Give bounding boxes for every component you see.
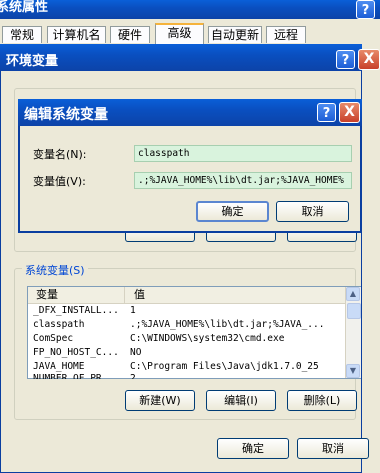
table-row-value[interactable]: 1 — [130, 304, 342, 317]
tab-hardware[interactable]: 硬件 — [110, 26, 150, 43]
column-header-variable[interactable]: 变量 — [36, 287, 58, 303]
table-row-name[interactable]: FP_NO_HOST_C... — [33, 346, 123, 359]
table-row-name[interactable]: classpath — [33, 318, 123, 331]
system-help-button[interactable]: ? — [356, 0, 375, 19]
edit-ok-button[interactable]: 确定 — [196, 201, 269, 222]
tab-computer-name[interactable]: 计算机名 — [47, 26, 106, 43]
environment-variables-title: 环境变量 — [6, 54, 59, 69]
tab-general[interactable]: 常规 — [2, 26, 42, 43]
system-properties-titlebar: 系统属性 — [0, 0, 380, 19]
table-row-value[interactable]: 2 — [130, 374, 342, 379]
table-row-value[interactable]: C:\WINDOWS\system32\cmd.exe — [130, 332, 342, 345]
table-row-name[interactable]: ComSpec — [33, 332, 123, 345]
env-close-button[interactable]: X — [358, 49, 380, 70]
variable-value-label: 变量值(V): — [33, 175, 86, 188]
variable-value-field[interactable]: .;%JAVA_HOME%\lib\dt.jar;%JAVA_HOME% — [134, 172, 352, 189]
table-row-name[interactable]: _DFX_INSTALL... — [33, 304, 123, 317]
list-scrollbar[interactable]: ▲ ▼ — [345, 287, 361, 378]
column-header-value[interactable]: 值 — [134, 287, 145, 303]
env-help-button[interactable]: ? — [336, 50, 355, 69]
environment-variables-titlebar: 环境变量 — [0, 44, 362, 71]
tab-auto-update[interactable]: 自动更新 — [208, 26, 262, 43]
system-variables-list[interactable]: 变量 值 _DFX_INSTALL... 1 classpath .;%JAVA… — [27, 286, 361, 379]
scroll-down-icon[interactable]: ▼ — [346, 364, 360, 378]
tab-remote[interactable]: 远程 — [266, 26, 306, 43]
table-row-value[interactable]: .;%JAVA_HOME%\lib\dt.jar;%JAVA_... — [130, 318, 342, 331]
scroll-up-icon[interactable]: ▲ — [346, 287, 360, 301]
table-row-name[interactable]: JAVA_HOME — [33, 360, 123, 373]
variable-name-label: 变量名(N): — [33, 148, 87, 161]
edit-help-button[interactable]: ? — [317, 103, 336, 122]
system-delete-button[interactable]: 删除(L) — [287, 390, 357, 411]
scroll-thumb[interactable] — [347, 303, 361, 319]
system-variables-label: 系统变量(S) — [22, 262, 88, 278]
table-row-value[interactable]: NO — [130, 346, 342, 359]
system-new-button[interactable]: 新建(W) — [125, 390, 195, 411]
edit-variable-title: 编辑系统变量 — [24, 107, 108, 123]
list-header: 变量 值 — [28, 287, 345, 304]
env-cancel-button[interactable]: 取消 — [297, 438, 369, 459]
edit-close-button[interactable]: X — [339, 102, 360, 123]
system-edit-button[interactable]: 编辑(I) — [206, 390, 276, 411]
tab-advanced[interactable]: 高级 — [155, 23, 204, 44]
variable-name-field[interactable]: classpath — [134, 145, 352, 162]
edit-cancel-button[interactable]: 取消 — [276, 201, 349, 222]
tab-strip: 常规 计算机名 硬件 高级 自动更新 远程 — [0, 23, 380, 45]
env-ok-button[interactable]: 确定 — [217, 438, 289, 459]
table-row-value[interactable]: C:\Program Files\Java\jdk1.7.0_25 — [130, 360, 342, 373]
system-properties-title: 系统属性 — [0, 0, 49, 15]
table-row-name[interactable]: NUMBER_OF_PR... — [33, 374, 123, 379]
edit-variable-titlebar: 编辑系统变量 — [18, 99, 362, 126]
